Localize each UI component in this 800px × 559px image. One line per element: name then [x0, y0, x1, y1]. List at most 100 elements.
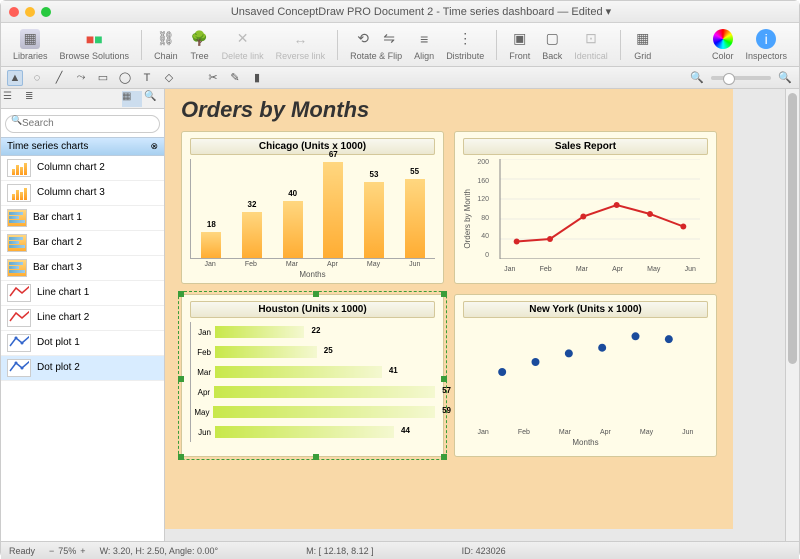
front-button[interactable]: ▣Front	[505, 29, 534, 61]
zoom-plus-icon[interactable]: +	[80, 546, 85, 556]
rotate-flip-button[interactable]: ⟲⇋Rotate & Flip	[346, 29, 406, 61]
library-thumb-icon	[7, 209, 27, 227]
zoom-out-icon[interactable]: 🔍	[689, 70, 705, 86]
library-item[interactable]: Column chart 2	[1, 156, 164, 181]
flip-icon: ⇋	[379, 29, 399, 49]
tab-list-icon[interactable]: ☰	[3, 91, 23, 107]
chart-0[interactable]: Chicago (Units x 1000)183240675355JanFeb…	[181, 131, 444, 284]
tab-search-icon[interactable]: 🔍	[144, 91, 164, 107]
library-item-label: Bar chart 3	[33, 262, 82, 273]
chart-body: Orders by Month20016012080400JanFebMarAp…	[463, 159, 708, 279]
library-item[interactable]: Dot plot 1	[1, 331, 164, 356]
library-item[interactable]: Bar chart 3	[1, 256, 164, 281]
tree-icon: 🌳	[190, 29, 210, 49]
connector-tool[interactable]: ⤳	[73, 70, 89, 86]
library-thumb-icon	[7, 284, 31, 302]
chart-1[interactable]: Sales Report Orders by Month2001601208040…	[454, 131, 717, 284]
vertical-scrollbar[interactable]	[785, 89, 799, 541]
status-mouse: M: [ 12.18, 8.12 ]	[306, 546, 374, 556]
chart-body: JanFebMarAprMayJunMonths	[463, 322, 708, 442]
delete-link-button[interactable]: ✕Delete link	[218, 29, 268, 61]
zoom-in-icon[interactable]: 🔍	[777, 70, 793, 86]
zoom-slider[interactable]	[711, 76, 771, 80]
library-item[interactable]: Bar chart 2	[1, 231, 164, 256]
distribute-button[interactable]: ⋮Distribute	[442, 29, 488, 61]
library-item[interactable]: Column chart 3	[1, 181, 164, 206]
sidebar: ☰ ≣ ▦ 🔍 Time series charts ⊗ Column char…	[1, 89, 165, 541]
ellipse-tool[interactable]: ◯	[117, 70, 133, 86]
align-button[interactable]: ≡Align	[410, 29, 438, 61]
chart-title: Houston (Units x 1000)	[190, 301, 435, 318]
status-ready: Ready	[9, 546, 35, 556]
page-title: Orders by Months	[181, 97, 717, 123]
tree-tool-button[interactable]: 🌳Tree	[186, 29, 214, 61]
back-button[interactable]: ▢Back	[538, 29, 566, 61]
library-item-label: Line chart 2	[37, 312, 89, 323]
library-item[interactable]: Line chart 1	[1, 281, 164, 306]
library-thumb-icon	[7, 309, 31, 327]
color-icon	[713, 29, 733, 49]
sidebar-tabs: ☰ ≣ ▦ 🔍	[1, 89, 164, 109]
search-input[interactable]	[5, 115, 160, 133]
library-header[interactable]: Time series charts ⊗	[1, 137, 164, 156]
minimize-button[interactable]	[25, 7, 35, 17]
chart-2[interactable]: Houston (Units x 1000) Jan22Feb25Mar41Apr…	[181, 294, 444, 457]
library-item-label: Dot plot 2	[37, 362, 80, 373]
library-list: Column chart 2 Column chart 3 Bar chart 1 B…	[1, 156, 164, 542]
eyedrop-tool[interactable]: ✎	[227, 70, 243, 86]
tab-grid-icon[interactable]: ▦	[122, 91, 142, 107]
chain-icon: ⛓	[156, 29, 176, 49]
select-tool[interactable]: ▲	[7, 70, 23, 86]
library-thumb-icon	[7, 184, 31, 202]
rotate-icon: ⟲	[353, 29, 373, 49]
front-icon: ▣	[510, 29, 530, 49]
distribute-icon: ⋮	[455, 29, 475, 49]
shape-tool[interactable]: ◇	[161, 70, 177, 86]
identical-button[interactable]: ⊡Identical	[570, 29, 612, 61]
lasso-tool[interactable]: ◌	[29, 70, 45, 86]
library-item-label: Column chart 2	[37, 162, 105, 173]
library-item-label: Line chart 1	[37, 287, 89, 298]
rect-tool[interactable]: ▭	[95, 70, 111, 86]
library-thumb-icon	[7, 159, 31, 177]
line-tool[interactable]: ╱	[51, 70, 67, 86]
zoom-minus-icon[interactable]: −	[49, 546, 54, 556]
grid-button[interactable]: ▦Grid	[629, 29, 657, 61]
maximize-button[interactable]	[41, 7, 51, 17]
fill-tool[interactable]: ▮	[249, 70, 265, 86]
canvas-page[interactable]: Orders by Months Chicago (Units x 1000)1…	[165, 89, 733, 529]
crop-tool[interactable]: ✂	[205, 70, 221, 86]
back-icon: ▢	[542, 29, 562, 49]
search-box	[1, 109, 164, 137]
window-title: Unsaved ConceptDraw PRO Document 2 - Tim…	[51, 5, 791, 18]
color-button[interactable]: Color	[708, 29, 738, 61]
status-id: ID: 423026	[462, 546, 506, 556]
canvas-area[interactable]: Orders by Months Chicago (Units x 1000)1…	[165, 89, 799, 541]
text-tool[interactable]: T	[139, 70, 155, 86]
chart-3[interactable]: New York (Units x 1000)JanFebMarAprMayJu…	[454, 294, 717, 457]
chart-body: 183240675355JanFebMarAprMayJunMonths	[190, 159, 435, 279]
library-thumb-icon	[7, 359, 31, 377]
zoom-control[interactable]: − 75% +	[49, 546, 86, 556]
chart-title: Sales Report	[463, 138, 708, 155]
tool-icon-row: ▲ ◌ ╱ ⤳ ▭ ◯ T ◇ ✂ ✎ ▮ 🔍 🔍	[1, 67, 799, 89]
library-item[interactable]: Bar chart 1	[1, 206, 164, 231]
close-library-icon[interactable]: ⊗	[150, 141, 158, 152]
tab-outline-icon[interactable]: ≣	[25, 91, 45, 107]
libraries-button[interactable]: ▦ Libraries	[9, 29, 52, 61]
close-button[interactable]	[9, 7, 19, 17]
delete-link-icon: ✕	[233, 29, 253, 49]
chain-tool-button[interactable]: ⛓Chain	[150, 29, 182, 61]
browse-solutions-button[interactable]: ■■ Browse Solutions	[56, 29, 134, 61]
browse-icon: ■■	[84, 29, 104, 49]
align-icon: ≡	[414, 29, 434, 49]
reverse-link-button[interactable]: ↔Reverse link	[272, 29, 330, 61]
library-item[interactable]: Dot plot 2	[1, 356, 164, 381]
status-bar: Ready − 75% + W: 3.20, H: 2.50, Angle: 0…	[1, 541, 799, 559]
library-item[interactable]: Line chart 2	[1, 306, 164, 331]
inspectors-button[interactable]: iInspectors	[741, 29, 791, 61]
chart-body: Jan22Feb25Mar41Apr57May59Jun44	[190, 322, 435, 452]
library-item-label: Bar chart 1	[33, 212, 82, 223]
reverse-link-icon: ↔	[290, 29, 310, 49]
library-thumb-icon	[7, 259, 27, 277]
